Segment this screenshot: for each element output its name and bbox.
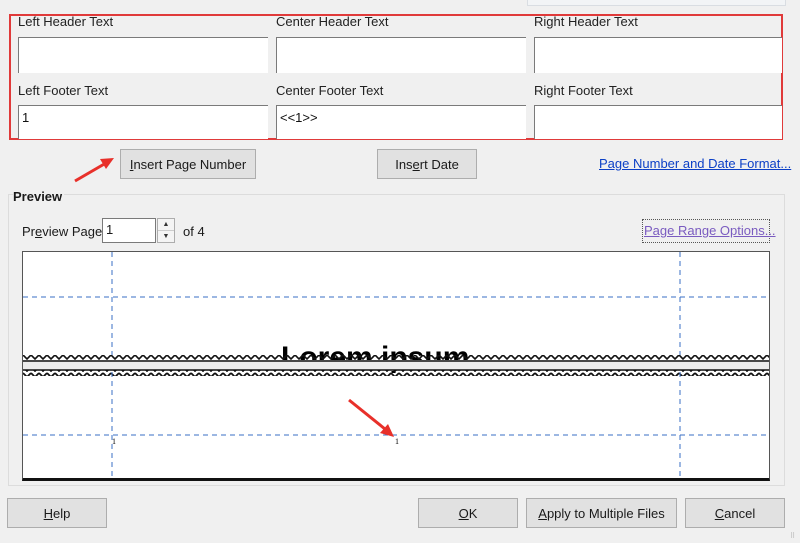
right-header-label: Right Header Text bbox=[534, 14, 638, 29]
left-footer-input[interactable]: 1 bbox=[18, 105, 268, 139]
preview-footer-left-number: 1 bbox=[112, 437, 116, 446]
left-header-input[interactable] bbox=[18, 37, 268, 73]
center-header-label: Center Header Text bbox=[276, 14, 389, 29]
insert-page-number-button[interactable]: Insert Page Number bbox=[120, 149, 256, 179]
apply-to-multiple-files-button[interactable]: Apply to Multiple Files bbox=[526, 498, 677, 528]
range-link-b: e Options... bbox=[709, 223, 776, 238]
right-footer-input[interactable] bbox=[534, 105, 782, 139]
help-mnemonic: H bbox=[43, 505, 54, 521]
help-button[interactable]: Help bbox=[7, 498, 107, 528]
page-number-date-format-link[interactable]: Page Number and Date Format... bbox=[599, 156, 791, 171]
cancel-label: ancel bbox=[724, 505, 756, 521]
cancel-button[interactable]: Cancel bbox=[685, 498, 785, 528]
preview-drawing: Lorem ipsum 1 1 bbox=[23, 252, 769, 478]
insert-date-mnemonic: e bbox=[412, 156, 420, 172]
insert-date-label-a: Ins bbox=[395, 156, 413, 172]
help-label: elp bbox=[53, 505, 71, 521]
preview-title: Preview bbox=[13, 189, 65, 204]
annotation-arrow-icon bbox=[74, 158, 114, 183]
insert-page-number-label: nsert Page Number bbox=[133, 156, 247, 172]
preview-canvas: Lorem ipsum 1 1 bbox=[22, 251, 770, 481]
right-footer-label: Right Footer Text bbox=[534, 83, 633, 98]
preview-page-label: Preview Page bbox=[22, 224, 102, 239]
ok-mnemonic: O bbox=[458, 505, 469, 521]
apply-label: pply to Multiple Files bbox=[546, 505, 665, 521]
insert-date-label-b: rt Date bbox=[419, 156, 459, 172]
torn-edge-bottom bbox=[23, 370, 769, 376]
torn-edge-top bbox=[23, 355, 769, 361]
format-link-mnemonic: u bbox=[642, 156, 650, 171]
range-link-a: Page Ran bbox=[644, 223, 702, 238]
ok-button[interactable]: OK bbox=[418, 498, 518, 528]
resize-grip-icon[interactable]: ⠿ bbox=[790, 532, 795, 540]
spin-up-icon[interactable]: ▲ bbox=[158, 219, 174, 231]
format-link-a: Page N bbox=[599, 156, 643, 171]
right-header-input[interactable] bbox=[534, 37, 782, 73]
range-link-mnemonic: g bbox=[701, 223, 710, 238]
center-header-input[interactable] bbox=[276, 37, 526, 73]
insert-date-button[interactable]: Ins e rt Date bbox=[377, 149, 477, 179]
preview-page-label-b: view Page bbox=[42, 224, 103, 239]
format-link-b: mber and Date Format... bbox=[649, 156, 792, 171]
left-footer-label: Left Footer Text bbox=[18, 83, 109, 98]
page-count-label: of 4 bbox=[183, 224, 205, 239]
preview-page-input[interactable]: 1 bbox=[102, 218, 156, 243]
cancel-mnemonic: C bbox=[714, 505, 725, 521]
left-header-label: Left Header Text bbox=[18, 14, 114, 29]
spin-down-icon[interactable]: ▼ bbox=[158, 231, 174, 242]
preview-page-label-a: Pr bbox=[22, 224, 35, 239]
ok-label: K bbox=[468, 505, 478, 521]
page-range-options-link[interactable]: Page Range Options... bbox=[644, 223, 776, 238]
apply-mnemonic: A bbox=[538, 505, 547, 521]
center-footer-input[interactable]: <<1>> bbox=[276, 105, 526, 139]
preview-page-spinner[interactable]: ▲ ▼ bbox=[157, 218, 175, 243]
center-footer-label: Center Footer Text bbox=[276, 83, 384, 98]
top-panel-edge bbox=[527, 0, 786, 6]
preview-footer-center-number: 1 bbox=[395, 437, 399, 446]
